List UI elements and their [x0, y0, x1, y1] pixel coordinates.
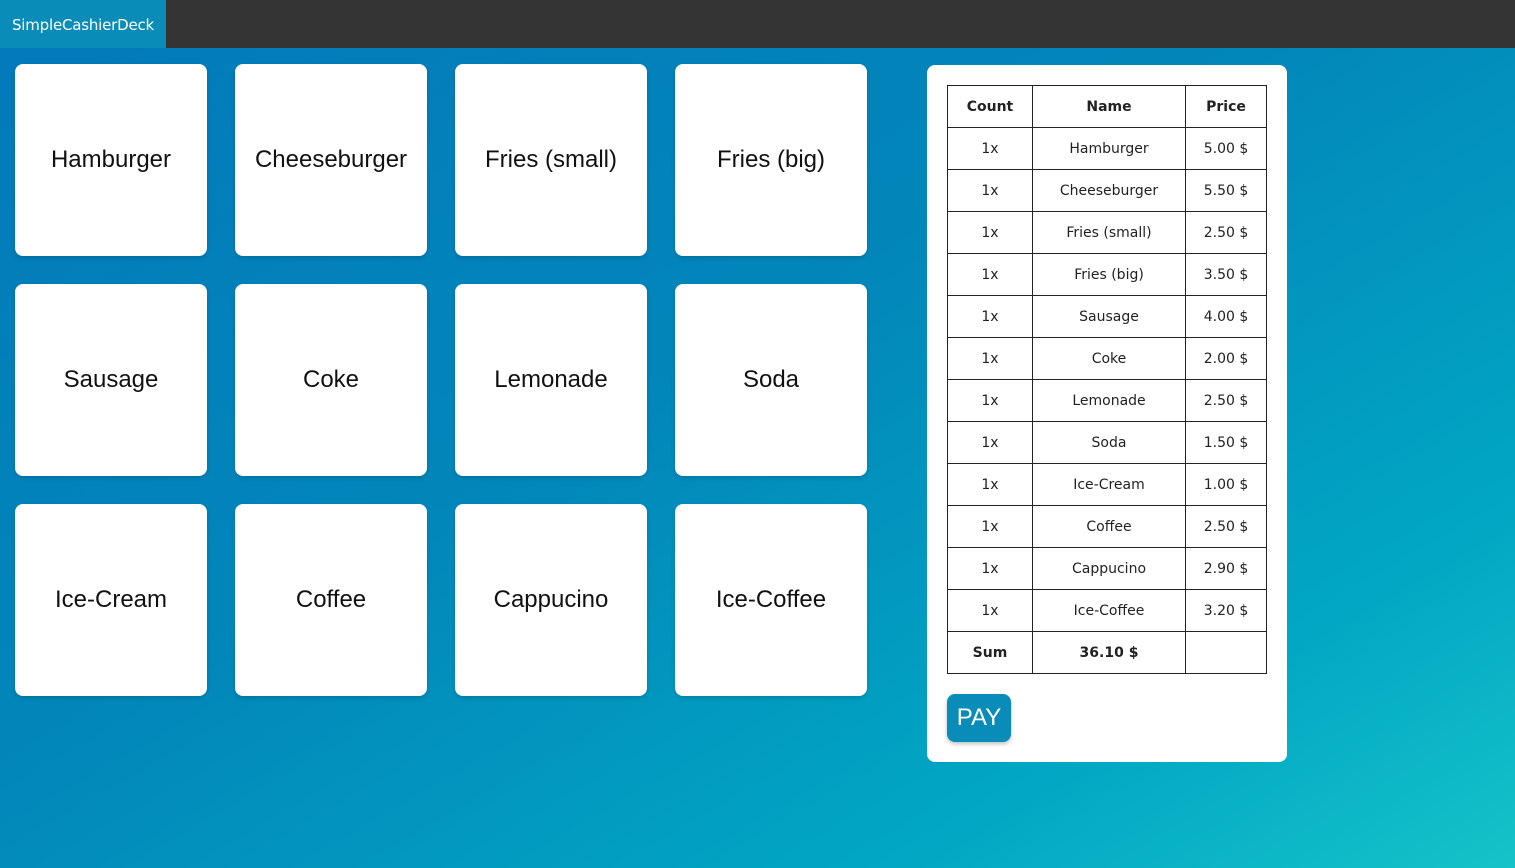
item-count: 1x — [947, 505, 1033, 548]
item-price: 1.00 $ — [1185, 463, 1267, 506]
item-count: 1x — [947, 547, 1033, 590]
table-row: 1x Cappucino 2.90 $ — [947, 547, 1267, 590]
item-name: Hamburger — [1032, 127, 1186, 170]
item-price: 2.90 $ — [1185, 547, 1267, 590]
item-count: 1x — [947, 421, 1033, 464]
product-button-ice-coffee[interactable]: Ice-Coffee — [675, 504, 867, 696]
item-name: Fries (big) — [1032, 253, 1186, 296]
item-name: Coke — [1032, 337, 1186, 380]
product-button-coffee[interactable]: Coffee — [235, 504, 427, 696]
table-row: 1x Cheeseburger 5.50 $ — [947, 169, 1267, 212]
table-row: 1x Ice-Cream 1.00 $ — [947, 463, 1267, 506]
sum-value: 36.10 $ — [1032, 631, 1186, 674]
item-count: 1x — [947, 589, 1033, 632]
item-name: Coffee — [1032, 505, 1186, 548]
product-label: Ice-Coffee — [715, 586, 827, 613]
table-row: 1x Fries (big) 3.50 $ — [947, 253, 1267, 296]
item-count: 1x — [947, 337, 1033, 380]
product-button-fries-small[interactable]: Fries (small) — [455, 64, 647, 256]
item-price: 5.00 $ — [1185, 127, 1267, 170]
cart-panel: Count Name Price 1x Hamburger 5.00 $ 1x … — [927, 65, 1287, 762]
product-label: Lemonade — [494, 366, 608, 393]
item-price: 3.50 $ — [1185, 253, 1267, 296]
item-count: 1x — [947, 253, 1033, 296]
sum-label: Sum — [947, 631, 1033, 674]
item-name: Lemonade — [1032, 379, 1186, 422]
product-label: Coffee — [295, 586, 367, 613]
product-button-sausage[interactable]: Sausage — [15, 284, 207, 476]
item-count: 1x — [947, 127, 1033, 170]
table-row: 1x Ice-Coffee 3.20 $ — [947, 589, 1267, 632]
table-row: 1x Hamburger 5.00 $ — [947, 127, 1267, 170]
product-button-coke[interactable]: Coke — [235, 284, 427, 476]
product-button-cheeseburger[interactable]: Cheeseburger — [235, 64, 427, 256]
item-price: 2.50 $ — [1185, 211, 1267, 254]
product-label: Sausage — [63, 366, 159, 393]
product-label: Fries (big) — [716, 146, 825, 173]
product-button-cappucino[interactable]: Cappucino — [455, 504, 647, 696]
item-price: 4.00 $ — [1185, 295, 1267, 338]
item-count: 1x — [947, 169, 1033, 212]
item-count: 1x — [947, 295, 1033, 338]
item-name: Ice-Coffee — [1032, 589, 1186, 632]
product-label: Soda — [742, 366, 800, 393]
item-name: Sausage — [1032, 295, 1186, 338]
item-price: 2.00 $ — [1185, 337, 1267, 380]
product-button-hamburger[interactable]: Hamburger — [15, 64, 207, 256]
top-navbar: SimpleCashierDeck — [0, 0, 1515, 48]
table-row: 1x Coffee 2.50 $ — [947, 505, 1267, 548]
app-title[interactable]: SimpleCashierDeck — [0, 0, 166, 48]
item-name: Cappucino — [1032, 547, 1186, 590]
item-price: 2.50 $ — [1185, 379, 1267, 422]
cart-header-row: Count Name Price — [947, 85, 1267, 128]
table-row: 1x Sausage 4.00 $ — [947, 295, 1267, 338]
item-price: 3.20 $ — [1185, 589, 1267, 632]
column-header-price: Price — [1185, 85, 1267, 128]
product-label: Cappucino — [493, 586, 609, 613]
column-header-count: Count — [947, 85, 1033, 128]
item-name: Cheeseburger — [1032, 169, 1186, 212]
table-row: 1x Fries (small) 2.50 $ — [947, 211, 1267, 254]
cart-table: Count Name Price 1x Hamburger 5.00 $ 1x … — [947, 85, 1267, 674]
product-button-soda[interactable]: Soda — [675, 284, 867, 476]
product-label: Cheeseburger — [254, 146, 408, 173]
pay-button[interactable]: PAY — [947, 694, 1011, 742]
product-label: Ice-Cream — [54, 586, 168, 613]
sum-row: Sum 36.10 $ — [947, 631, 1267, 674]
product-button-lemonade[interactable]: Lemonade — [455, 284, 647, 476]
table-row: 1x Lemonade 2.50 $ — [947, 379, 1267, 422]
product-label: Coke — [302, 366, 360, 393]
item-count: 1x — [947, 463, 1033, 506]
item-price: 2.50 $ — [1185, 505, 1267, 548]
item-count: 1x — [947, 211, 1033, 254]
column-header-name: Name — [1032, 85, 1186, 128]
product-label: Hamburger — [50, 146, 172, 173]
item-name: Fries (small) — [1032, 211, 1186, 254]
sum-empty-cell — [1185, 631, 1267, 674]
product-button-ice-cream[interactable]: Ice-Cream — [15, 504, 207, 696]
product-button-fries-big[interactable]: Fries (big) — [675, 64, 867, 256]
item-price: 1.50 $ — [1185, 421, 1267, 464]
item-price: 5.50 $ — [1185, 169, 1267, 212]
item-name: Ice-Cream — [1032, 463, 1186, 506]
table-row: 1x Soda 1.50 $ — [947, 421, 1267, 464]
table-row: 1x Coke 2.00 $ — [947, 337, 1267, 380]
product-label: Fries (small) — [485, 146, 617, 173]
item-count: 1x — [947, 379, 1033, 422]
item-name: Soda — [1032, 421, 1186, 464]
